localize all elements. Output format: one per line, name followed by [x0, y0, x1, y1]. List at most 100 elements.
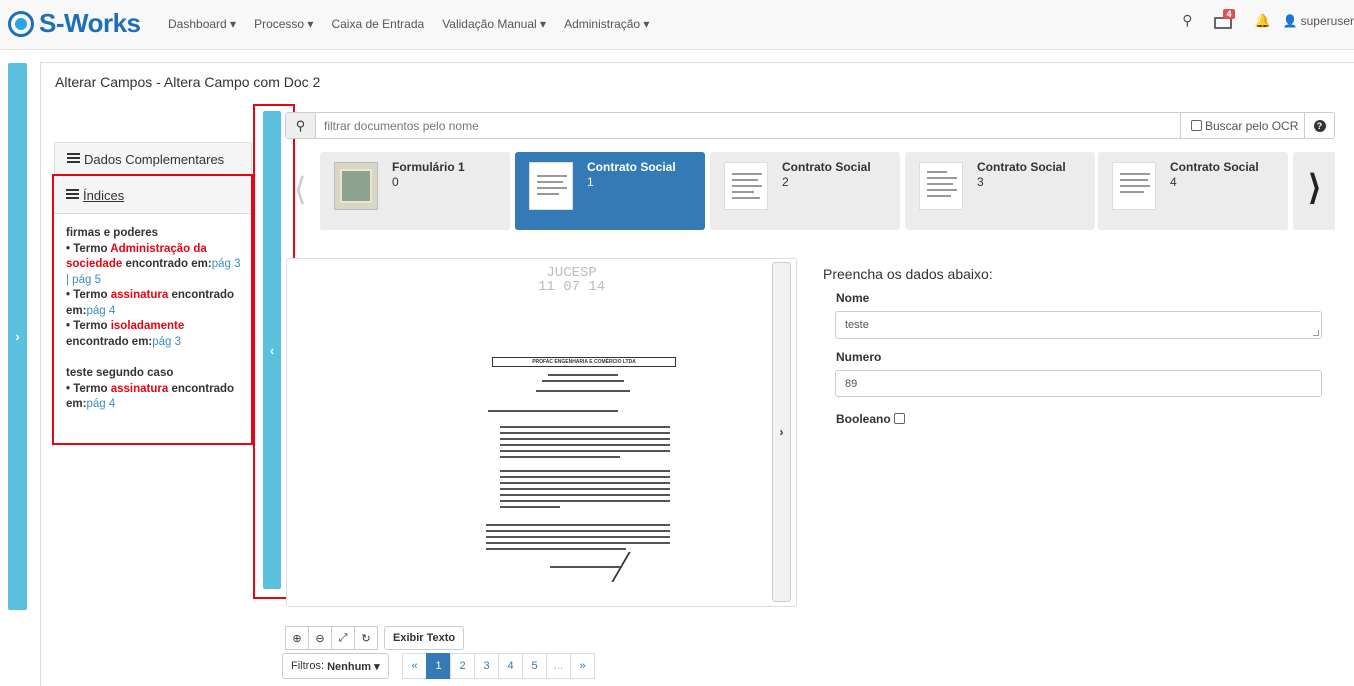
- index-term-highlight: assinatura: [110, 382, 169, 395]
- document-card[interactable]: Formulário 1 0: [320, 152, 510, 230]
- document-number: 3: [977, 175, 984, 189]
- document-page-image: JUCESP 11 07 14 PROFAC ENGENHARIA E COMÉ…: [470, 262, 692, 595]
- menu-processo[interactable]: Processo ▾: [254, 17, 313, 31]
- indices-label: Índices: [83, 188, 125, 203]
- document-number: 1: [587, 175, 594, 189]
- document-card-selected[interactable]: Contrato Social 1: [515, 152, 705, 230]
- brand-logo-icon: [8, 10, 34, 37]
- carousel-prev-button[interactable]: ⟨: [294, 170, 306, 208]
- brand[interactable]: S-Works: [8, 8, 141, 39]
- user-name[interactable]: superuser: [1301, 14, 1354, 28]
- zoom-out-icon: ⊖: [315, 632, 325, 645]
- page-prev[interactable]: «: [402, 653, 427, 679]
- list-icon: [67, 153, 80, 165]
- document-thumbnail: [724, 162, 768, 210]
- menu-caixa-de-entrada[interactable]: Caixa de Entrada: [331, 17, 424, 31]
- navbar: S-Works Dashboard ▾ Processo ▾ Caixa de …: [0, 0, 1354, 50]
- page-next[interactable]: »: [570, 653, 595, 679]
- nome-textarea[interactable]: teste: [835, 311, 1322, 339]
- indices-tab[interactable]: Índices: [54, 176, 251, 214]
- navbar-right: ⚲ 4 🔔 👤 superuser: [1182, 8, 1354, 29]
- dados-complementares-label: Dados Complementares: [84, 152, 225, 167]
- booleano-checkbox[interactable]: [894, 413, 906, 424]
- document-name: Contrato Social: [782, 160, 871, 174]
- pagination: « 1 2 3 4 5 ... »: [402, 653, 595, 679]
- carousel-next-button[interactable]: ⟩: [1308, 168, 1321, 208]
- numero-input[interactable]: 89: [835, 370, 1322, 397]
- page-link[interactable]: pág 4: [86, 305, 115, 317]
- resize-grip-icon[interactable]: [1313, 330, 1319, 336]
- help-button[interactable]: ?: [1304, 113, 1334, 138]
- fit-button[interactable]: ⤢: [331, 626, 355, 650]
- nome-label: Nome: [836, 291, 870, 305]
- index-group: firmas e poderes • Termo Administração d…: [66, 226, 241, 350]
- expand-icon: ⤢: [338, 631, 348, 644]
- rotate-icon: ↻: [361, 632, 371, 645]
- index-group-title: teste segundo caso: [66, 367, 174, 379]
- document-name: Contrato Social: [977, 160, 1066, 174]
- inbox-icon[interactable]: 4: [1214, 8, 1235, 29]
- ocr-search-toggle[interactable]: Buscar pelo OCR: [1180, 113, 1304, 138]
- ocr-checkbox[interactable]: [1191, 120, 1202, 131]
- inbox-badge: 4: [1223, 8, 1235, 19]
- left-panel-toggle[interactable]: ›: [8, 63, 27, 610]
- document-number: 2: [782, 175, 789, 189]
- document-thumbnail: [1112, 162, 1156, 210]
- index-term: • Termo isoladamente encontrado em:pág 3: [66, 320, 185, 348]
- document-name: Formulário 1: [392, 160, 465, 174]
- indices-content: firmas e poderes • Termo Administração d…: [54, 214, 251, 413]
- document-number: 4: [1170, 175, 1177, 189]
- exibir-texto-button[interactable]: Exibir Texto: [384, 626, 465, 650]
- user-icon: 👤: [1282, 13, 1298, 28]
- page-4[interactable]: 4: [498, 653, 523, 679]
- document-card[interactable]: Contrato Social 4: [1098, 152, 1288, 230]
- menu-validacao-manual[interactable]: Validação Manual ▾: [442, 17, 546, 31]
- search-icon: ⚲: [286, 113, 316, 138]
- main-menu: Dashboard ▾ Processo ▾ Caixa de Entrada …: [168, 17, 667, 31]
- numero-label: Numero: [836, 350, 882, 364]
- page-link[interactable]: pág 4: [86, 398, 115, 410]
- signature-mark: [611, 552, 679, 582]
- search-icon[interactable]: ⚲: [1182, 12, 1192, 29]
- page-3[interactable]: 3: [474, 653, 499, 679]
- page-5[interactable]: 5: [522, 653, 547, 679]
- document-card[interactable]: Contrato Social 3: [905, 152, 1095, 230]
- index-term: • Termo assinatura encontrado em:pág 4: [66, 289, 235, 317]
- jucesp-stamp: JUCESP 11 07 14: [538, 265, 606, 295]
- menu-dashboard[interactable]: Dashboard ▾: [168, 17, 236, 31]
- chevron-left-icon: ‹: [269, 342, 275, 358]
- filtros-dropdown[interactable]: Filtros: Nenhum ▾: [282, 653, 389, 679]
- index-term: • Termo Administração da sociedade encon…: [66, 242, 241, 286]
- index-group: teste segundo caso • Termo assinatura en…: [66, 366, 241, 413]
- document-name: Contrato Social: [587, 160, 676, 174]
- document-card[interactable]: Contrato Social 2: [710, 152, 900, 230]
- bell-icon[interactable]: 🔔: [1254, 13, 1270, 29]
- page-ellipsis: ...: [546, 653, 571, 679]
- document-filter-bar: ⚲ Buscar pelo OCR ?: [285, 112, 1335, 139]
- menu-administracao[interactable]: Administração ▾: [564, 17, 649, 31]
- zoom-out-button[interactable]: ⊖: [308, 626, 332, 650]
- document-thumbnail: [919, 162, 963, 210]
- page-1[interactable]: 1: [426, 653, 451, 679]
- booleano-label: Booleano: [836, 412, 908, 426]
- zoom-in-button[interactable]: ⊕: [285, 626, 309, 650]
- document-header-box: PROFAC ENGENHARIA E COMÉRCIO LTDA: [492, 357, 676, 367]
- rotate-button[interactable]: ↻: [354, 626, 378, 650]
- next-page-button[interactable]: ›: [772, 262, 791, 602]
- index-group-title: firmas e poderes: [66, 227, 159, 239]
- page-link[interactable]: pág 3: [152, 336, 181, 348]
- page-2[interactable]: 2: [450, 653, 475, 679]
- document-filter-input[interactable]: [316, 113, 1180, 138]
- index-term-highlight: assinatura: [110, 289, 169, 301]
- indices-panel: Índices firmas e poderes • Termo Adminis…: [52, 174, 253, 445]
- viewer-toolbar: ⊕ ⊖ ⤢ ↻ Exibir Texto: [285, 626, 465, 650]
- list-icon: [66, 189, 79, 201]
- ocr-label: Buscar pelo OCR: [1205, 118, 1299, 133]
- document-number: 0: [392, 175, 399, 189]
- dados-complementares-tab[interactable]: Dados Complementares: [54, 142, 252, 176]
- index-term-highlight: isoladamente: [110, 320, 185, 332]
- collapse-sidebar-toggle[interactable]: ‹: [263, 111, 281, 589]
- index-term: • Termo assinatura encontrado em:pág 4: [66, 382, 235, 411]
- document-thumbnail: [529, 162, 573, 210]
- chevron-right-icon: ›: [779, 425, 784, 439]
